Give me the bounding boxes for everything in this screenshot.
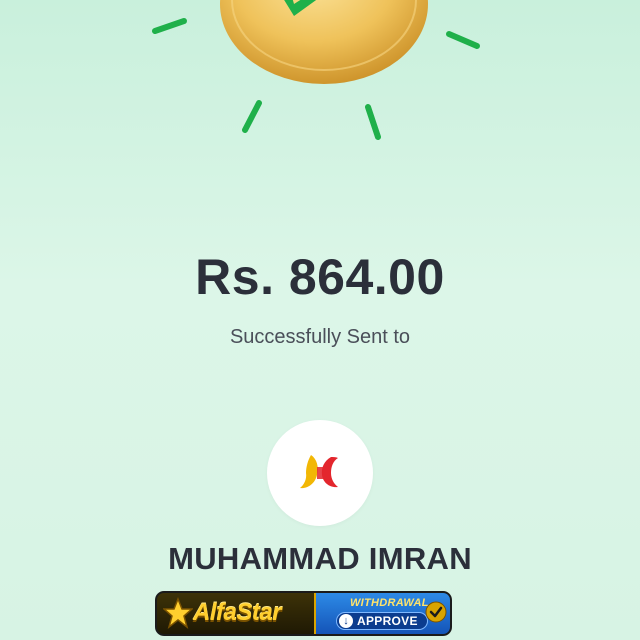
payment-status-text: Successfully Sent to — [229, 326, 411, 348]
payment-amount: Rs. 864.00 — [195, 249, 445, 305]
promo-withdrawal-label: WITHDRAWAL — [350, 597, 429, 609]
promo-brand-text: AlfaStar — [193, 599, 282, 626]
promo-banner[interactable]: AlfaStar WITHDRAWAL ↓ APPROVE — [155, 591, 452, 636]
recipient-bank-logo — [267, 420, 373, 526]
download-arrow-icon: ↓ — [339, 614, 353, 628]
promo-approve-label: APPROVE — [357, 614, 418, 628]
promo-approve-button[interactable]: ↓ APPROVE — [336, 612, 428, 630]
check-seal-icon — [425, 601, 447, 623]
success-illustration — [0, 0, 640, 160]
promo-brand-section: AlfaStar — [157, 593, 314, 634]
star-icon — [163, 597, 193, 629]
success-coin-check-icon — [152, 0, 480, 140]
promo-withdrawal-section: WITHDRAWAL ↓ APPROVE — [314, 593, 450, 634]
jazzcash-logo-icon — [300, 455, 338, 489]
recipient-name: MUHAMMAD IMRAN — [168, 541, 472, 576]
